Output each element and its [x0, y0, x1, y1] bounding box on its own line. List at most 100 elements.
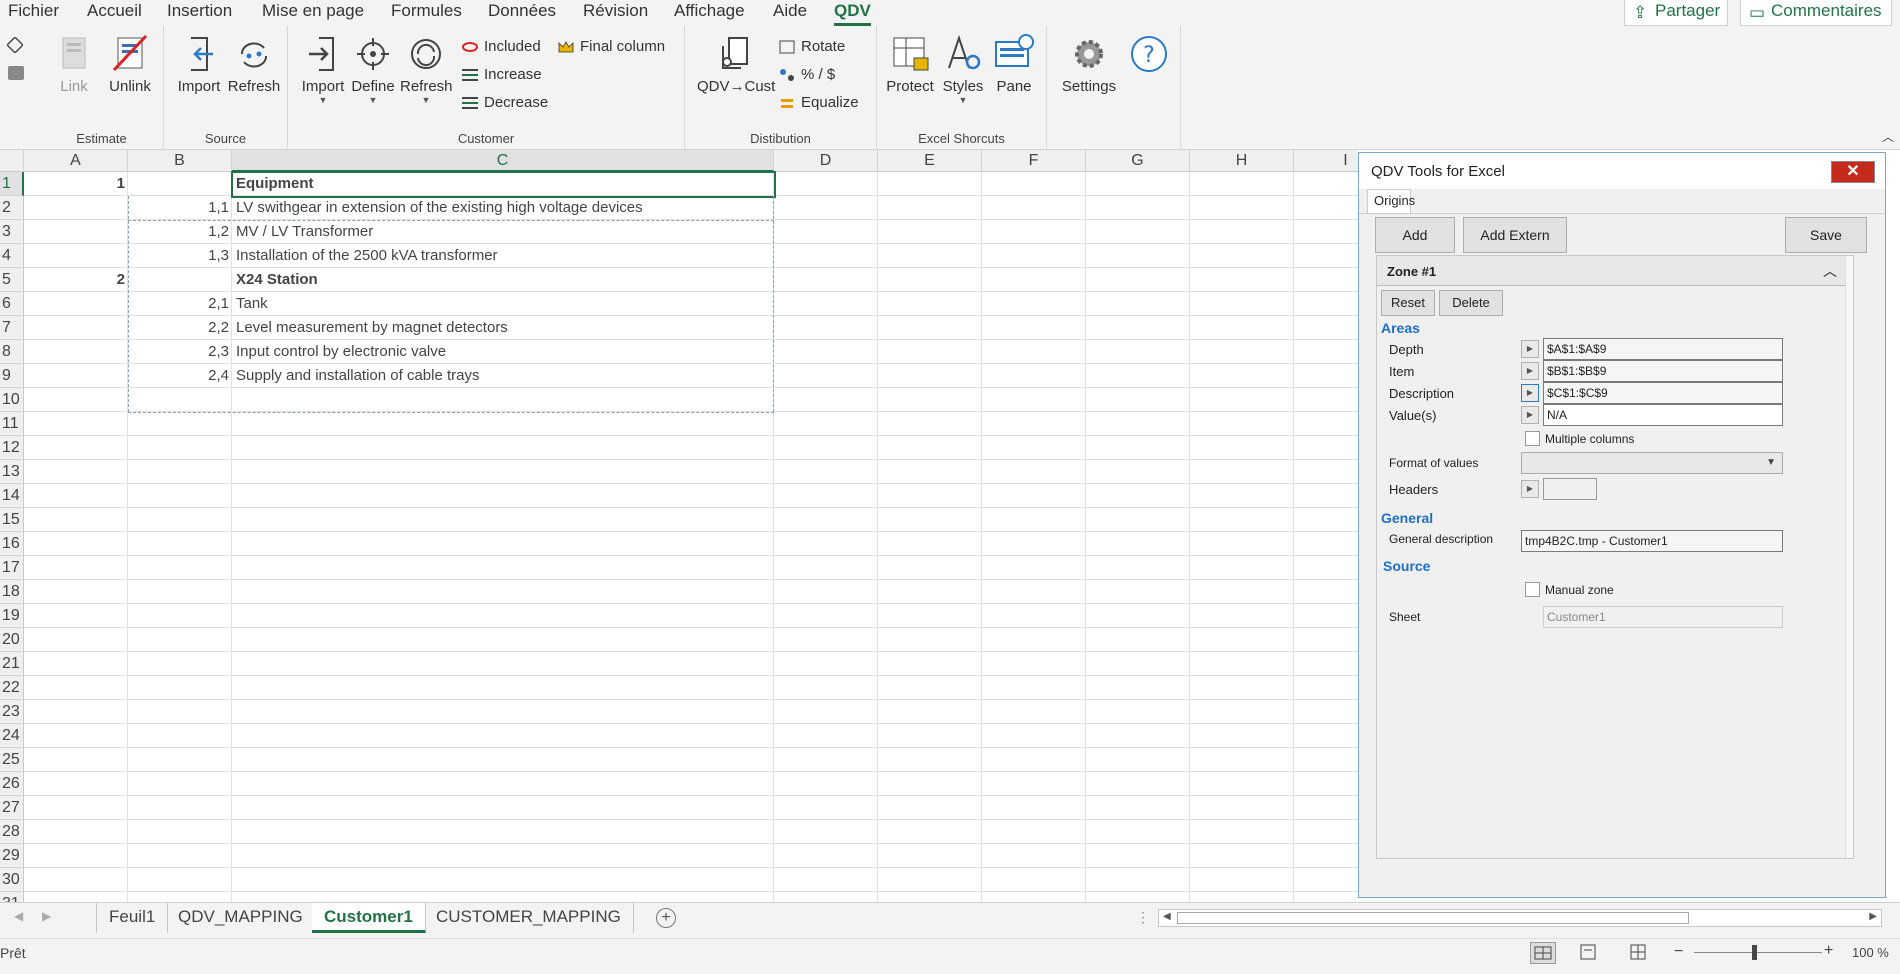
column-header-c[interactable]: C	[232, 150, 774, 172]
qdv-to-cust-button[interactable]: QDV→Cust	[697, 32, 775, 95]
pane-scrollbar[interactable]	[1845, 256, 1853, 858]
row-header[interactable]: 27	[0, 796, 24, 820]
column-header-b[interactable]: B	[128, 150, 232, 172]
tab-splitter-icon[interactable]: ⋮	[1136, 909, 1150, 926]
cell-item[interactable]: 2,2	[128, 316, 232, 340]
tab-formules[interactable]: Formules	[391, 0, 462, 26]
protect-button[interactable]: Protect	[885, 32, 935, 95]
row-header[interactable]: 20	[0, 628, 24, 652]
included-button[interactable]: Included	[460, 35, 541, 59]
tab-revision[interactable]: Révision	[583, 0, 648, 26]
chevron-up-icon[interactable]: ︿	[1823, 261, 1837, 281]
row-header[interactable]: 5	[0, 268, 24, 292]
unlink-button[interactable]: Unlink	[102, 32, 158, 95]
cell-depth[interactable]	[24, 244, 128, 268]
row-header[interactable]: 1	[0, 172, 24, 196]
general-description-field[interactable]: tmp4B2C.tmp - Customer1	[1521, 530, 1783, 552]
reset-button[interactable]: Reset	[1381, 290, 1435, 316]
row-header[interactable]: 21	[0, 652, 24, 676]
sheet-tab-qdv-mapping[interactable]: QDV_MAPPING	[166, 903, 316, 933]
cell-description[interactable]: LV swithgear in extension of the existin…	[236, 196, 772, 220]
row-header[interactable]: 7	[0, 316, 24, 340]
sheet-tab-customer1[interactable]: Customer1	[312, 903, 426, 933]
cell-item[interactable]: 2,1	[128, 292, 232, 316]
row-header[interactable]: 14	[0, 484, 24, 508]
tab-qdv[interactable]: QDV	[834, 0, 871, 26]
cell-depth[interactable]	[24, 340, 128, 364]
row-header[interactable]: 19	[0, 604, 24, 628]
cell-item[interactable]	[128, 172, 232, 196]
delete-button[interactable]: Delete	[1439, 290, 1503, 316]
tab-fichier[interactable]: Fichier	[8, 0, 59, 26]
close-icon[interactable]: ✕	[1831, 161, 1875, 183]
zoom-slider-thumb[interactable]	[1752, 945, 1757, 960]
row-header[interactable]: 22	[0, 676, 24, 700]
row-header[interactable]: 23	[0, 700, 24, 724]
row-header[interactable]: 10	[0, 388, 24, 412]
column-header-e[interactable]: E	[878, 150, 982, 172]
share-button[interactable]: ⇪ Partager	[1624, 0, 1728, 26]
depth-picker-icon[interactable]: ▶	[1521, 340, 1539, 358]
source-refresh-button[interactable]: Refresh	[226, 32, 282, 95]
page-layout-icon[interactable]	[1576, 942, 1602, 964]
select-all-corner[interactable]	[0, 150, 24, 172]
item-picker-icon[interactable]: ▶	[1521, 362, 1539, 380]
page-break-icon[interactable]	[1626, 942, 1652, 964]
cell-depth[interactable]	[24, 220, 128, 244]
scrollbar-thumb[interactable]	[1177, 912, 1689, 924]
cell-depth[interactable]	[24, 316, 128, 340]
collapse-ribbon-icon[interactable]: ︿	[1882, 128, 1894, 145]
cell-description[interactable]: MV / LV Transformer	[236, 220, 772, 244]
cell-description[interactable]: Tank	[236, 292, 772, 316]
column-header-d[interactable]: D	[774, 150, 878, 172]
cell-depth[interactable]: 1	[24, 172, 128, 196]
cell-depth[interactable]	[24, 196, 128, 220]
tab-origins[interactable]: Origins	[1367, 189, 1415, 213]
row-header[interactable]: 13	[0, 460, 24, 484]
comments-button[interactable]: ▭ Commentaires	[1740, 0, 1892, 26]
row-header[interactable]: 6	[0, 292, 24, 316]
cell-description[interactable]: Level measurement by magnet detectors	[236, 316, 772, 340]
sheet-tab-feuil1[interactable]: Feuil1	[96, 903, 169, 933]
row-header[interactable]: 3	[0, 220, 24, 244]
row-header[interactable]: 26	[0, 772, 24, 796]
row-header[interactable]: 11	[0, 412, 24, 436]
spreadsheet-grid[interactable]: A B C D E F G H I 1 2 3 4 5 6 7 8 9 10 11 12 13 14 15 1…	[0, 150, 1358, 902]
tab-affichage[interactable]: Affichage	[674, 0, 745, 26]
tab-accueil[interactable]: Accueil	[87, 0, 142, 26]
scroll-right-icon[interactable]: ▶	[1869, 911, 1877, 922]
add-extern-button[interactable]: Add Extern	[1463, 217, 1567, 253]
values-field[interactable]: N/A	[1543, 404, 1783, 426]
headers-field[interactable]	[1543, 478, 1597, 500]
horizontal-scrollbar[interactable]: ◀ ▶	[1158, 909, 1882, 927]
row-header[interactable]: 4	[0, 244, 24, 268]
final-column-button[interactable]: Final column	[556, 35, 665, 59]
row-header[interactable]: 2	[0, 196, 24, 220]
depth-field[interactable]: $A$1:$A$9	[1543, 338, 1783, 360]
zoom-slider[interactable]	[1694, 952, 1822, 953]
pane-button[interactable]: Pane	[989, 32, 1039, 95]
item-field[interactable]: $B$1:$B$9	[1543, 360, 1783, 382]
column-header-f[interactable]: F	[982, 150, 1086, 172]
manual-zone-checkbox[interactable]	[1525, 582, 1540, 597]
row-header[interactable]: 17	[0, 556, 24, 580]
row-header[interactable]: 31	[0, 892, 24, 902]
cell-item[interactable]: 2,4	[128, 364, 232, 388]
description-field[interactable]: $C$1:$C$9	[1543, 382, 1783, 404]
multiple-columns-checkbox[interactable]	[1525, 431, 1540, 446]
cell-description[interactable]: Supply and installation of cable trays	[236, 364, 772, 388]
decrease-button[interactable]: Decrease	[460, 91, 548, 115]
zoom-in-button[interactable]: +	[1824, 942, 1833, 960]
customer-refresh-button[interactable]: Refresh ▼	[400, 32, 453, 105]
row-header[interactable]: 24	[0, 724, 24, 748]
column-header-a[interactable]: A	[24, 150, 128, 172]
equalize-button[interactable]: Equalize	[777, 91, 859, 115]
row-header[interactable]: 9	[0, 364, 24, 388]
tab-insertion[interactable]: Insertion	[167, 0, 232, 26]
row-header[interactable]: 28	[0, 820, 24, 844]
tab-donnees[interactable]: Données	[488, 0, 556, 26]
styles-button[interactable]: Styles ▼	[939, 32, 987, 105]
format-of-values-select[interactable]: ▼	[1521, 452, 1783, 474]
headers-picker-icon[interactable]: ▶	[1521, 480, 1539, 498]
cell-item[interactable]: 1,3	[128, 244, 232, 268]
